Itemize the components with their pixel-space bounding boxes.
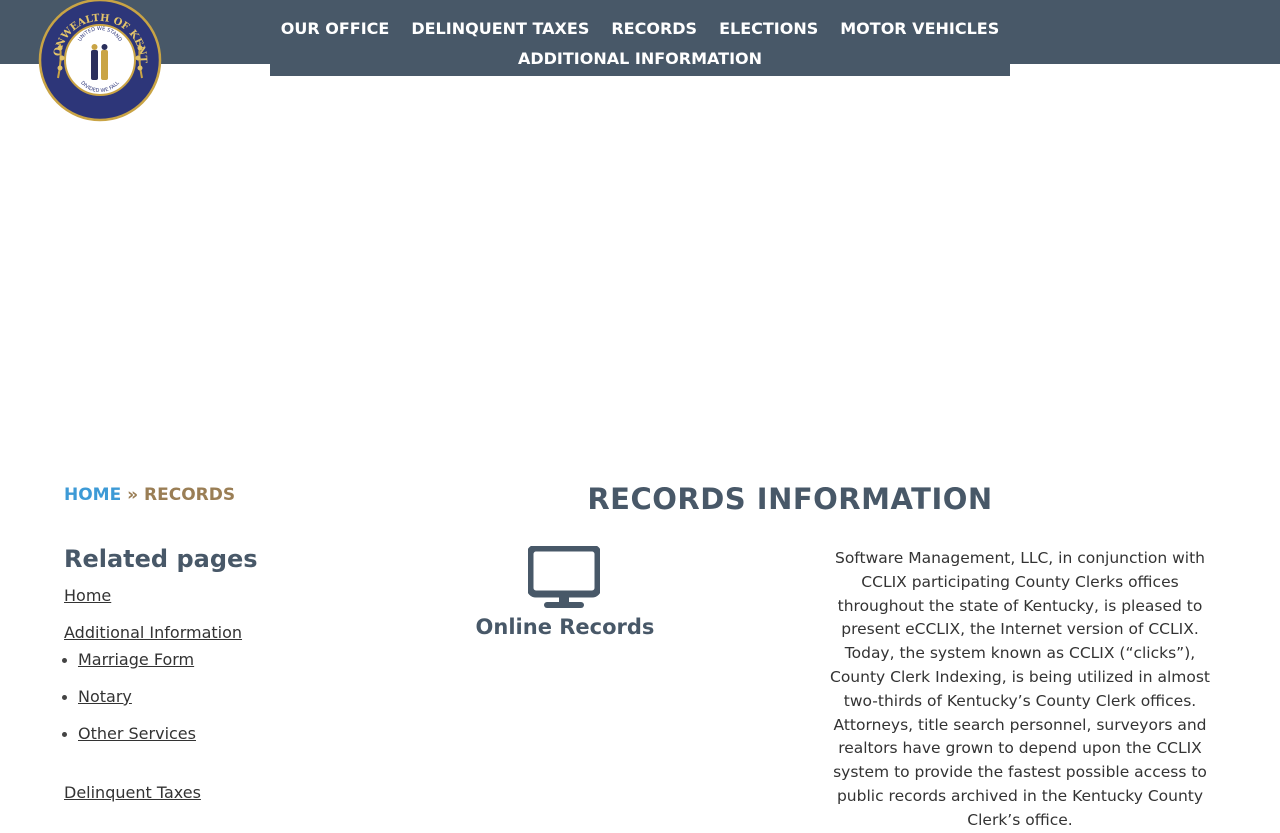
main-nav: OUR OFFICE DELINQUENT TAXES RECORDS ELEC… <box>270 0 1010 76</box>
nav-row-2: ADDITIONAL INFORMATION <box>270 49 1010 68</box>
breadcrumb: HOME » RECORDS <box>64 485 235 505</box>
sidebar-link-home[interactable]: Home <box>64 586 111 605</box>
sidebar-link-additional-information[interactable]: Additional Information <box>64 623 242 642</box>
breadcrumb-separator: » <box>127 485 139 505</box>
monitor-icon[interactable] <box>528 546 600 610</box>
sidebar-link-marriage-form[interactable]: Marriage Form <box>78 650 194 669</box>
nav-records[interactable]: RECORDS <box>611 19 697 38</box>
breadcrumb-current: RECORDS <box>144 485 236 505</box>
online-records-link[interactable]: Online Records <box>430 615 700 639</box>
list-bullet <box>62 732 67 737</box>
breadcrumb-home-link[interactable]: HOME <box>64 485 121 505</box>
nav-elections[interactable]: ELECTIONS <box>719 19 818 38</box>
sidebar-link-other-services[interactable]: Other Services <box>78 724 196 743</box>
sidebar-link-notary[interactable]: Notary <box>78 687 132 706</box>
nav-additional-information[interactable]: ADDITIONAL INFORMATION <box>518 49 762 68</box>
page-title: RECORDS INFORMATION <box>587 482 993 516</box>
kentucky-seal-icon[interactable]: COMMONWEALTH OF KENTUCKY UNITED WE STAND… <box>38 0 162 122</box>
nav-motor-vehicles[interactable]: MOTOR VEHICLES <box>840 19 999 38</box>
sidebar-link-delinquent-taxes[interactable]: Delinquent Taxes <box>64 783 201 802</box>
nav-our-office[interactable]: OUR OFFICE <box>281 19 390 38</box>
related-pages-heading: Related pages <box>64 545 258 573</box>
list-bullet <box>62 695 67 700</box>
records-description: Software Management, LLC, in conjunction… <box>830 549 1210 829</box>
nav-row-1: OUR OFFICE DELINQUENT TAXES RECORDS ELEC… <box>270 19 1010 38</box>
list-bullet <box>62 658 67 663</box>
nav-delinquent-taxes[interactable]: DELINQUENT TAXES <box>411 19 589 38</box>
